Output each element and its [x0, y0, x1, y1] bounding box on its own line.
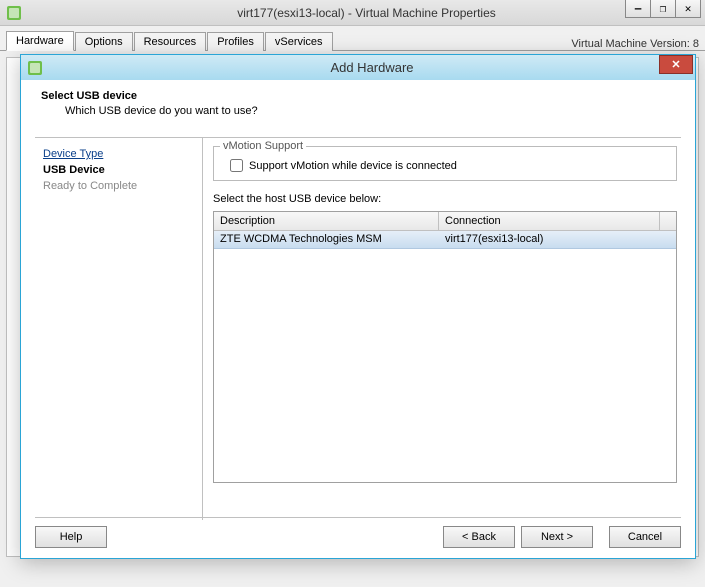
- vmotion-checkbox[interactable]: [230, 159, 243, 172]
- tab-row: Hardware Options Resources Profiles vSer…: [0, 26, 705, 51]
- maximize-button[interactable]: ❐: [650, 0, 676, 18]
- vsphere-icon: [27, 60, 43, 76]
- wizard-step-title: Select USB device: [41, 90, 681, 102]
- parent-titlebar: virt177(esxi13-local) - Virtual Machine …: [0, 0, 705, 26]
- modal-titlebar: Add Hardware ✕: [21, 55, 695, 80]
- select-usb-label: Select the host USB device below:: [213, 193, 677, 205]
- th-spacer: [660, 212, 676, 230]
- td-description: ZTE WCDMA Technologies MSM: [214, 231, 439, 248]
- vm-version-label: Virtual Machine Version: 8: [571, 38, 699, 50]
- td-connection: virt177(esxi13-local): [439, 231, 676, 248]
- tab-options[interactable]: Options: [75, 32, 133, 51]
- vsphere-icon: [6, 5, 22, 21]
- modal-close-button[interactable]: ✕: [659, 55, 693, 74]
- usb-device-table: Description Connection ZTE WCDMA Technol…: [213, 211, 677, 483]
- cancel-button[interactable]: Cancel: [609, 526, 681, 548]
- close-button[interactable]: ✕: [675, 0, 701, 18]
- help-button[interactable]: Help: [35, 526, 107, 548]
- wizard-step-subtitle: Which USB device do you want to use?: [65, 105, 681, 117]
- minimize-button[interactable]: —: [625, 0, 651, 18]
- vmotion-checkbox-label: Support vMotion while device is connecte…: [249, 160, 457, 172]
- modal-title: Add Hardware: [49, 60, 695, 75]
- th-description[interactable]: Description: [214, 212, 439, 230]
- tab-resources[interactable]: Resources: [134, 32, 207, 51]
- nav-usb-device: USB Device: [43, 164, 194, 176]
- wizard-nav: Device Type USB Device Ready to Complete: [35, 138, 203, 520]
- table-row[interactable]: ZTE WCDMA Technologies MSM virt177(esxi1…: [214, 231, 676, 249]
- parent-title: virt177(esxi13-local) - Virtual Machine …: [28, 6, 705, 20]
- button-row: Help < Back Next > Cancel: [35, 517, 681, 548]
- back-button[interactable]: < Back: [443, 526, 515, 548]
- vmotion-group-title: vMotion Support: [220, 140, 306, 152]
- tab-vservices[interactable]: vServices: [265, 32, 333, 51]
- nav-ready-to-complete: Ready to Complete: [43, 180, 194, 192]
- next-button[interactable]: Next >: [521, 526, 593, 548]
- wizard-content: Device Type USB Device Ready to Complete…: [35, 138, 681, 520]
- vmotion-groupbox: vMotion Support Support vMotion while de…: [213, 146, 677, 181]
- add-hardware-dialog: Add Hardware ✕ Select USB device Which U…: [20, 54, 696, 559]
- th-connection[interactable]: Connection: [439, 212, 660, 230]
- modal-body: Select USB device Which USB device do yo…: [21, 80, 695, 558]
- window-buttons: — ❐ ✕: [626, 0, 701, 18]
- tab-profiles[interactable]: Profiles: [207, 32, 264, 51]
- nav-device-type[interactable]: Device Type: [43, 148, 194, 160]
- wizard-pane: vMotion Support Support vMotion while de…: [203, 138, 681, 520]
- vmotion-checkbox-row[interactable]: Support vMotion while device is connecte…: [222, 159, 668, 172]
- table-header: Description Connection: [214, 212, 676, 231]
- tab-hardware[interactable]: Hardware: [6, 31, 74, 51]
